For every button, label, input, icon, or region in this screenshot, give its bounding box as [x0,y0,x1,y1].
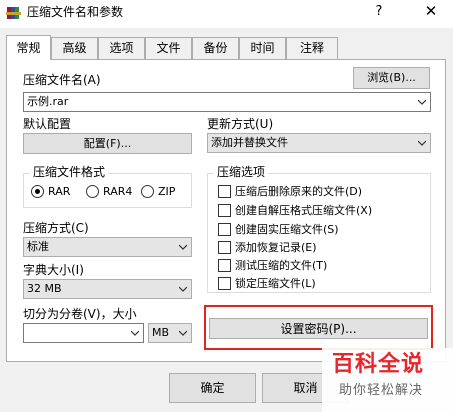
chevron-down-icon [179,286,187,292]
archive-format-title: 压缩文件格式 [30,165,109,179]
archive-name-input[interactable]: 示例.rar [23,92,431,112]
split-volumes-label: 切分为分卷(V)，大小 [23,307,137,321]
split-unit-select[interactable]: MB [148,323,192,343]
lock-archive-checkbox[interactable] [218,277,231,290]
recovery-record-label: 添加恢复记录(E) [235,241,317,254]
archive-options-title: 压缩选项 [214,165,269,179]
winrar-icon [6,7,21,19]
tab-backup[interactable]: 备份 [192,37,239,59]
sfx-label: 创建自解压格式压缩文件(X) [235,204,373,217]
test-files-checkbox[interactable] [218,259,231,272]
delete-after-label: 压缩后删除原来的文件(D) [235,185,363,198]
dictionary-size-select[interactable]: 32 MB [23,279,192,299]
split-unit-value: MB [152,326,170,339]
solid-checkbox[interactable] [218,223,231,236]
format-zip-radio[interactable] [141,185,154,198]
watermark-subtitle: 助你轻松解决 [339,383,424,398]
ok-button[interactable]: 确定 [169,373,256,403]
chevron-down-icon [179,330,187,336]
tab-time[interactable]: 时间 [239,37,286,59]
format-zip-label: ZIP [158,185,176,198]
delete-after-checkbox[interactable] [218,185,231,198]
highlight-box [204,305,433,350]
format-rar4-radio[interactable] [86,185,99,198]
tab-options[interactable]: 选项 [98,37,145,59]
profiles-button[interactable]: 配置(F)... [23,133,192,154]
tab-comment[interactable]: 注释 [286,37,338,59]
compression-method-label: 压缩方式(C) [23,221,89,235]
tab-advanced[interactable]: 高级 [51,37,98,59]
sfx-checkbox[interactable] [218,204,231,217]
lock-archive-label: 锁定压缩文件(L) [235,277,316,290]
close-button[interactable]: ✕ [420,2,442,22]
compression-method-value: 标准 [27,240,49,253]
archive-name-label: 压缩文件名(A) [23,73,101,87]
chevron-down-icon [131,330,139,336]
dictionary-size-label: 字典大小(I) [23,263,84,277]
default-profile-label: 默认配置 [23,117,72,131]
window-title: 压缩文件名和参数 [27,5,124,19]
test-files-label: 测试压缩的文件(T) [235,259,328,272]
update-mode-value: 添加并替换文件 [211,136,288,149]
chevron-down-icon [418,140,426,146]
dictionary-size-value: 32 MB [27,282,62,295]
help-button[interactable]: ? [368,3,390,23]
tab-files[interactable]: 文件 [145,37,192,59]
archive-name-value: 示例.rar [27,95,69,108]
watermark-title: 百科全说 [332,352,425,377]
update-mode-label: 更新方式(U) [207,117,274,131]
split-volumes-input[interactable] [23,323,144,343]
format-rar-radio[interactable] [31,185,44,198]
chevron-down-icon [418,99,426,105]
compression-method-select[interactable]: 标准 [23,237,192,257]
format-rar4-label: RAR4 [103,185,133,198]
solid-label: 创建固实压缩文件(S) [235,223,339,236]
update-mode-select[interactable]: 添加并替换文件 [207,133,431,153]
tab-general[interactable]: 常规 [6,35,51,60]
chevron-down-icon [179,244,187,250]
format-rar-label: RAR [48,185,71,198]
recovery-record-checkbox[interactable] [218,241,231,254]
browse-button[interactable]: 浏览(B)... [353,67,430,89]
